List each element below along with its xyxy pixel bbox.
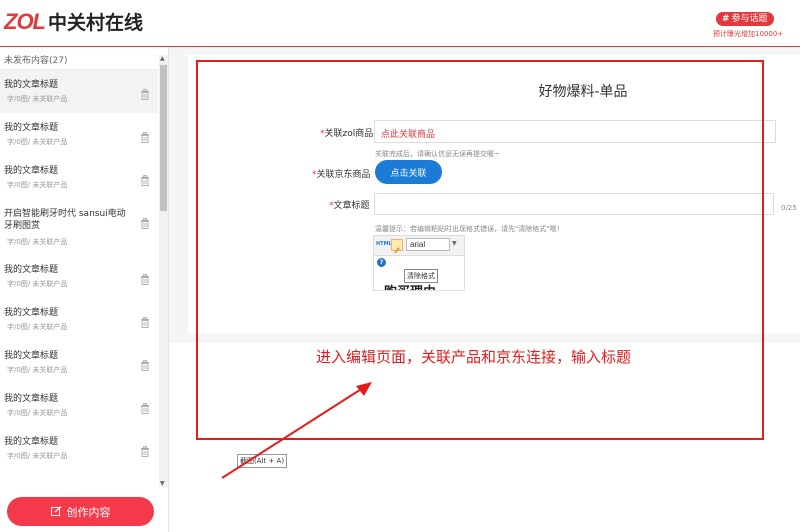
draft-title: 开启智能刷牙时代 sansui电动牙刷图赏 bbox=[4, 209, 126, 231]
trash-icon[interactable] bbox=[140, 399, 150, 418]
create-content-label: 创作内容 bbox=[66, 505, 111, 519]
top-header: ZOL 中关村在线 # 参与话题 预计曝光增加10000+ bbox=[0, 0, 800, 47]
zol-logo[interactable]: ZOL 中关村在线 bbox=[4, 8, 143, 35]
draft-title: 我的文章标题 bbox=[4, 308, 59, 318]
logo-mark: ZOL bbox=[4, 8, 46, 34]
trash-icon[interactable] bbox=[140, 442, 150, 461]
trash-icon[interactable] bbox=[140, 214, 150, 233]
draft-item[interactable]: 我的文章标题 字/0图/ 未关联产品 bbox=[0, 255, 158, 298]
drafts-sidebar: 未发布内容(27) 我的文章标题 字/0图/ 未关联产品 我的文章标题 字/0图… bbox=[0, 47, 169, 532]
scroll-down-arrow-icon[interactable]: ▼ bbox=[160, 480, 165, 487]
draft-title: 我的文章标题 bbox=[4, 123, 59, 133]
draft-meta: 字/0图/ 未关联产品 bbox=[7, 181, 68, 189]
draft-title: 我的文章标题 bbox=[4, 80, 59, 90]
draft-list: 我的文章标题 字/0图/ 未关联产品 我的文章标题 字/0图/ 未关联产品 我的… bbox=[0, 70, 158, 470]
trash-icon[interactable] bbox=[140, 270, 150, 289]
draft-meta: 字/0图/ 未关联产品 bbox=[7, 409, 68, 417]
join-topic-label: 参与话题 bbox=[731, 14, 768, 24]
draft-title: 我的文章标题 bbox=[4, 437, 59, 447]
draft-title: 我的文章标题 bbox=[4, 166, 59, 176]
logo-text: 中关村在线 bbox=[48, 12, 144, 34]
draft-meta: 字/0图/ 未关联产品 bbox=[7, 280, 68, 288]
sidebar-scrollbar[interactable]: ▲ ▼ bbox=[159, 55, 168, 487]
trash-icon[interactable] bbox=[140, 128, 150, 147]
draft-title: 我的文章标题 bbox=[4, 265, 59, 275]
draft-meta: 字/0图/ 未关联产品 bbox=[7, 366, 68, 374]
scroll-thumb[interactable] bbox=[160, 65, 167, 211]
draft-item[interactable]: 我的文章标题 字/0图/ 未关联产品 bbox=[0, 113, 158, 156]
title-char-counter: 0/25 bbox=[781, 204, 797, 212]
draft-meta: 字/0图/ 未关联产品 bbox=[7, 238, 68, 246]
draft-meta: 字/0图/ 未关联产品 bbox=[7, 452, 68, 460]
create-content-button[interactable]: 创作内容 bbox=[7, 497, 154, 526]
trash-icon[interactable] bbox=[140, 85, 150, 104]
draft-item[interactable]: 我的文章标题 字/0图/ 未关联产品 bbox=[0, 156, 158, 199]
edit-icon bbox=[50, 506, 61, 516]
draft-meta: 字/0图/ 未关联产品 bbox=[7, 323, 68, 331]
trash-icon[interactable] bbox=[140, 313, 150, 332]
draft-item[interactable]: 我的文章标题 字/0图/ 未关联产品 bbox=[0, 384, 158, 427]
scroll-up-arrow-icon[interactable]: ▲ bbox=[160, 55, 165, 62]
draft-title: 我的文章标题 bbox=[4, 351, 59, 361]
trash-icon[interactable] bbox=[140, 171, 150, 190]
draft-title: 我的文章标题 bbox=[4, 394, 59, 404]
screenshot-shortcut-tooltip: 截图(Alt + A) bbox=[237, 454, 288, 468]
draft-meta: 字/0图/ 未关联产品 bbox=[7, 95, 68, 103]
draft-item[interactable]: 开启智能刷牙时代 sansui电动牙刷图赏 字/0图/ 未关联产品 bbox=[0, 199, 158, 255]
join-topic-button[interactable]: # 参与话题 bbox=[716, 12, 774, 26]
hash-icon: # bbox=[722, 14, 730, 24]
unpublished-count: 未发布内容(27) bbox=[4, 56, 68, 66]
trash-icon[interactable] bbox=[140, 356, 150, 375]
draft-item[interactable]: 我的文章标题 字/0图/ 未关联产品 bbox=[0, 298, 158, 341]
draft-item[interactable]: 我的文章标题 字/0图/ 未关联产品 bbox=[0, 70, 158, 113]
draft-item[interactable]: 我的文章标题 字/0图/ 未关联产品 bbox=[0, 427, 158, 470]
annotation-text: 进入编辑页面，关联产品和京东连接，输入标题 bbox=[316, 348, 632, 366]
draft-item[interactable]: 我的文章标题 字/0图/ 未关联产品 bbox=[0, 341, 158, 384]
annotation-box bbox=[196, 60, 764, 440]
exposure-hint: 预计曝光增加10000+ bbox=[713, 30, 784, 38]
draft-meta: 字/0图/ 未关联产品 bbox=[7, 138, 68, 146]
